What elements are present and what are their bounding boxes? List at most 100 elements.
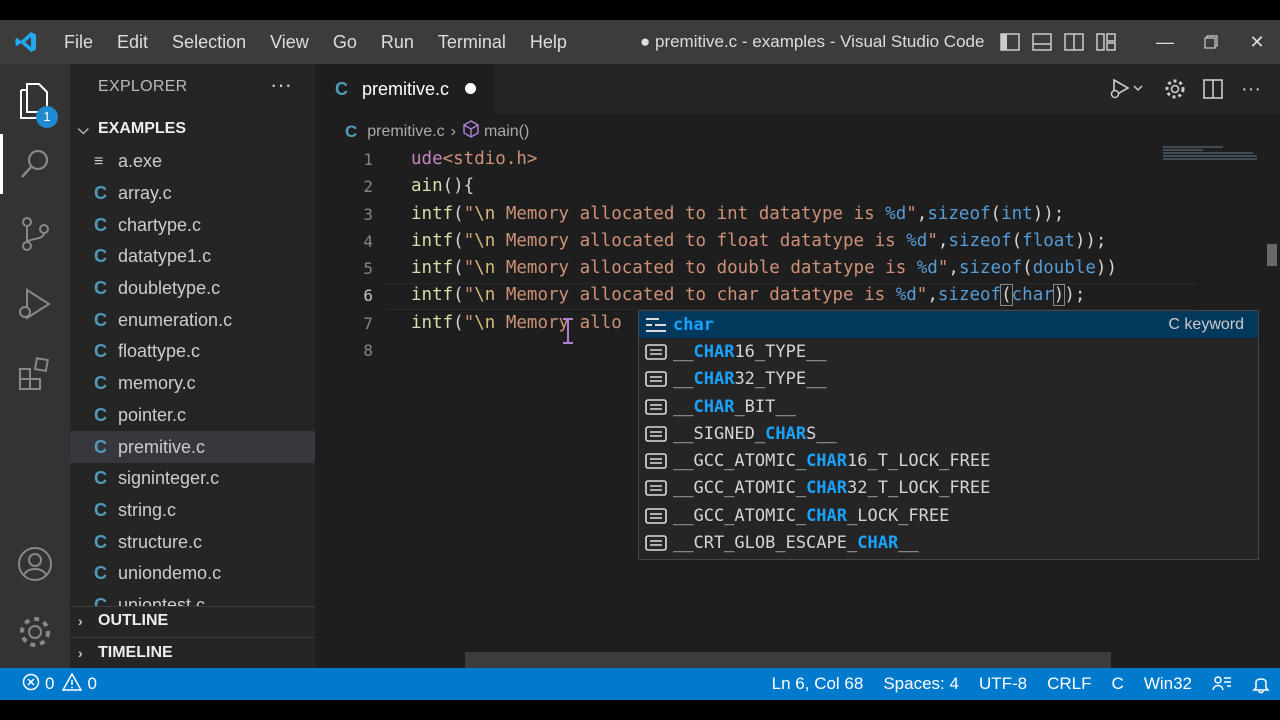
explorer-icon[interactable]: 1 xyxy=(0,72,70,128)
minimize-button[interactable]: — xyxy=(1142,20,1188,64)
file-item[interactable]: Cstructure.c xyxy=(70,526,315,558)
platform[interactable]: Win32 xyxy=(1134,674,1202,694)
file-item[interactable]: Cpointer.c xyxy=(70,400,315,432)
toggle-sidebar-icon[interactable] xyxy=(994,20,1026,64)
suggestion-item[interactable]: __GCC_ATOMIC_ CHAR _LOCK_FREE xyxy=(639,502,1258,529)
file-item[interactable]: Cdatatype1.c xyxy=(70,241,315,273)
suggestion-match: CHAR xyxy=(806,478,848,499)
tab-premitive-c[interactable]: C premitive.c xyxy=(315,64,495,114)
suggestion-pre: __ xyxy=(673,396,694,417)
file-item[interactable]: ≡ a.exe xyxy=(70,146,315,178)
breadcrumb-symbol[interactable]: main() xyxy=(484,123,529,141)
menu-help[interactable]: Help xyxy=(518,20,579,64)
file-name: uniontest.c xyxy=(118,594,206,606)
c-file-icon: C xyxy=(94,531,107,552)
end-of-line[interactable]: CRLF xyxy=(1037,674,1101,694)
file-item[interactable]: Cuniontest.c xyxy=(70,590,315,606)
suggestion-pre: __SIGNED_ xyxy=(673,423,766,444)
suggestion-post: S__ xyxy=(806,423,837,444)
menu-selection[interactable]: Selection xyxy=(160,20,258,64)
minimap[interactable] xyxy=(1163,146,1259,164)
close-button[interactable]: ✕ xyxy=(1234,20,1280,64)
notifications-bell-icon[interactable] xyxy=(1242,674,1280,694)
suggestion-post: _LOCK_FREE xyxy=(847,505,950,526)
breadcrumb-file[interactable]: premitive.c xyxy=(367,123,444,141)
suggestion-item[interactable]: __GCC_ATOMIC_ CHAR 16_T_LOCK_FREE xyxy=(639,447,1258,474)
file-tree: ≡ a.exe Carray.c Cchartype.c Cdatatype1.c Cdo… xyxy=(70,146,315,606)
file-item[interactable]: Cchartype.c xyxy=(70,209,315,241)
suggestion-item[interactable]: __CRT_GLOB_ESCAPE_ CHAR __ xyxy=(639,529,1258,556)
code-line: intf("\n Memory allocated to int datatyp… xyxy=(411,203,1065,224)
tabs-bar: C premitive.c ··· xyxy=(315,64,1280,114)
menu-edit[interactable]: Edit xyxy=(105,20,160,64)
line-number: 7 xyxy=(363,313,373,333)
vertical-scrollbar[interactable] xyxy=(1267,244,1277,266)
explorer-title: EXPLORER xyxy=(98,78,188,95)
restore-button[interactable] xyxy=(1188,20,1234,64)
more-actions-icon[interactable]: ··· xyxy=(1232,64,1270,114)
language-mode[interactable]: C xyxy=(1102,674,1134,694)
timeline-label: TIMELINE xyxy=(98,644,173,661)
suggestion-item[interactable]: __ CHAR _BIT__ xyxy=(639,393,1258,420)
file-item[interactable]: Cfloattype.c xyxy=(70,336,315,368)
menu-terminal[interactable]: Terminal xyxy=(426,20,518,64)
file-name: floattype.c xyxy=(118,341,201,362)
error-icon xyxy=(22,673,40,696)
file-item[interactable]: Csigninteger.c xyxy=(70,463,315,495)
suggestion-item[interactable]: __ CHAR 16_TYPE__ xyxy=(639,338,1258,365)
encoding[interactable]: UTF-8 xyxy=(969,674,1037,694)
extensions-icon[interactable] xyxy=(0,346,70,402)
horizontal-scrollbar[interactable] xyxy=(465,652,1111,668)
customize-layout-icon[interactable] xyxy=(1090,20,1122,64)
chevron-right-icon: › xyxy=(78,613,83,629)
constant-icon xyxy=(643,370,669,388)
line-numbers-gutter: 1 2 3 4 5 6 7 8 xyxy=(315,146,385,364)
code-line: ude<stdio.h> xyxy=(411,149,538,169)
file-item[interactable]: Cpremitive.c xyxy=(70,431,315,463)
file-item[interactable]: Cstring.c xyxy=(70,495,315,527)
file-item[interactable]: Cenumeration.c xyxy=(70,304,315,336)
gear-icon[interactable] xyxy=(1156,64,1194,114)
search-icon[interactable] xyxy=(0,136,70,192)
file-item[interactable]: Cdoubletype.c xyxy=(70,273,315,305)
suggestion-item[interactable]: char C keyword xyxy=(639,311,1258,339)
menu-run[interactable]: Run xyxy=(369,20,426,64)
suggestion-item[interactable]: __SIGNED_ CHAR S__ xyxy=(639,420,1258,447)
line-number: 1 xyxy=(363,150,373,169)
toggle-panel-icon[interactable] xyxy=(1026,20,1058,64)
file-name: enumeration.c xyxy=(118,309,233,330)
indentation[interactable]: Spaces: 4 xyxy=(873,674,969,694)
suggestion-match: CHAR xyxy=(806,451,848,472)
more-actions-icon[interactable]: ··· xyxy=(270,72,292,98)
suggestion-post: 16_T_LOCK_FREE xyxy=(847,451,991,472)
bottom-letterbox xyxy=(0,700,1280,720)
cursor-position[interactable]: Ln 6, Col 68 xyxy=(762,674,874,694)
settings-gear-icon[interactable] xyxy=(0,604,70,660)
folder-examples-header[interactable]: ⌵ EXAMPLES xyxy=(78,120,186,138)
folder-name: EXAMPLES xyxy=(98,120,187,137)
suggest-widget: char C keyword __ CHAR 16_TYPE__ __ CHAR 32_TYP… xyxy=(638,310,1259,560)
source-control-icon[interactable] xyxy=(0,206,70,262)
menu-go[interactable]: Go xyxy=(321,20,369,64)
suggestion-item[interactable]: __ CHAR 32_TYPE__ xyxy=(639,366,1258,393)
suggestion-item[interactable]: __GCC_ATOMIC_ CHAR 32_T_LOCK_FREE xyxy=(639,475,1258,502)
breadcrumb: C premitive.c › main() xyxy=(345,120,529,143)
menu-file[interactable]: File xyxy=(52,20,105,64)
toggle-secondary-sidebar-icon[interactable] xyxy=(1058,20,1090,64)
suggestion-match: CHAR xyxy=(693,369,735,390)
run-debug-dropdown-icon[interactable] xyxy=(1108,64,1146,114)
outline-section-header[interactable]: › OUTLINE xyxy=(78,612,168,630)
unsaved-dot-icon[interactable] xyxy=(465,83,476,94)
problems-indicator[interactable]: 0 0 xyxy=(0,671,97,696)
menu-view[interactable]: View xyxy=(258,20,321,64)
file-item[interactable]: Cmemory.c xyxy=(70,368,315,400)
run-debug-icon[interactable] xyxy=(0,276,70,332)
feedback-icon[interactable] xyxy=(1202,674,1242,694)
c-file-icon: C xyxy=(94,246,107,267)
file-item[interactable]: Carray.c xyxy=(70,178,315,210)
split-editor-icon[interactable] xyxy=(1194,64,1232,114)
file-item[interactable]: Cuniondemo.c xyxy=(70,558,315,590)
code-line: ain(){ xyxy=(411,176,475,197)
account-icon[interactable] xyxy=(0,536,70,592)
timeline-section-header[interactable]: › TIMELINE xyxy=(78,644,173,662)
